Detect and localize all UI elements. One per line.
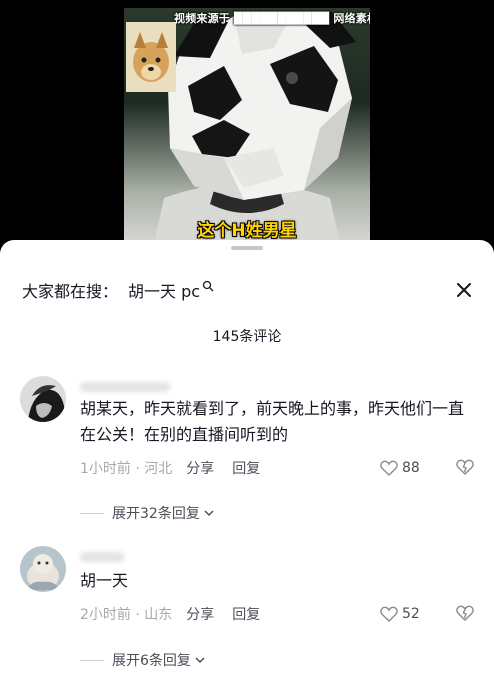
sheet-grab-handle[interactable] <box>231 246 263 250</box>
comment-text: 胡某天，昨天就看到了，前天晚上的事，昨天他们一直在公关！在别的直播间听到的 <box>80 399 465 444</box>
search-suggestion-prefix: 大家都在搜： <box>22 282 119 301</box>
like-button[interactable]: 52 <box>380 604 420 624</box>
expand-replies-button[interactable]: 展开32条回复 <box>80 503 215 523</box>
avatar[interactable] <box>20 546 66 592</box>
search-suggestion[interactable]: 大家都在搜： 胡一天 pc <box>22 278 214 302</box>
video-frame[interactable]: 视频来源于 ███████████ 网络素材 这个H姓男星 <box>124 8 370 244</box>
dislike-button[interactable] <box>456 605 474 623</box>
heart-icon <box>380 606 398 622</box>
comment-text: 胡一天 <box>80 571 129 590</box>
reply-button[interactable]: 回复 <box>232 604 260 624</box>
like-count: 52 <box>402 606 420 622</box>
comment-sheet: 大家都在搜： 胡一天 pc 145条评论 胡某天，昨天就看到了，前天晚上的事，昨… <box>0 240 494 690</box>
avatar[interactable] <box>20 376 66 422</box>
like-button[interactable]: 88 <box>380 458 420 478</box>
heart-icon <box>380 460 398 476</box>
search-suggestion-term[interactable]: 胡一天 pc <box>128 278 200 302</box>
broken-heart-icon <box>456 459 474 475</box>
comment-count: 145条评论 <box>212 329 282 345</box>
search-icon <box>202 280 214 292</box>
share-button[interactable]: 分享 <box>186 604 214 624</box>
picture-in-picture-dog <box>126 22 176 92</box>
expand-replies-label: 展开32条回复 <box>112 506 200 522</box>
dislike-button[interactable] <box>456 459 474 477</box>
close-icon <box>457 283 471 297</box>
broken-heart-icon <box>456 605 474 621</box>
comment-meta: 2小时前 · 山东 分享 回复 <box>80 604 480 624</box>
video-player[interactable]: 视频来源于 ███████████ 网络素材 这个H姓男星 <box>0 0 494 250</box>
video-caption: 这个H姓男星 <box>197 221 297 241</box>
expand-replies-label: 展开6条回复 <box>112 653 191 669</box>
username-redacted[interactable] <box>80 552 124 562</box>
share-button[interactable]: 分享 <box>186 458 214 478</box>
username-redacted[interactable] <box>80 382 170 392</box>
like-count: 88 <box>402 460 420 476</box>
comment-time-location: 2小时前 · 山东 <box>80 607 173 623</box>
chevron-down-icon <box>195 657 205 664</box>
close-button[interactable] <box>452 278 476 302</box>
video-source-watermark: 视频来源于 ███████████ 网络素材 <box>174 12 370 25</box>
reply-button[interactable]: 回复 <box>232 458 260 478</box>
comment-meta: 1小时前 · 河北 分享 回复 <box>80 458 480 478</box>
expand-divider-line <box>80 659 104 661</box>
expand-replies-button[interactable]: 展开6条回复 <box>80 650 206 670</box>
expand-divider-line <box>80 512 104 514</box>
comment-time-location: 1小时前 · 河北 <box>80 461 173 477</box>
chevron-down-icon <box>204 510 214 517</box>
